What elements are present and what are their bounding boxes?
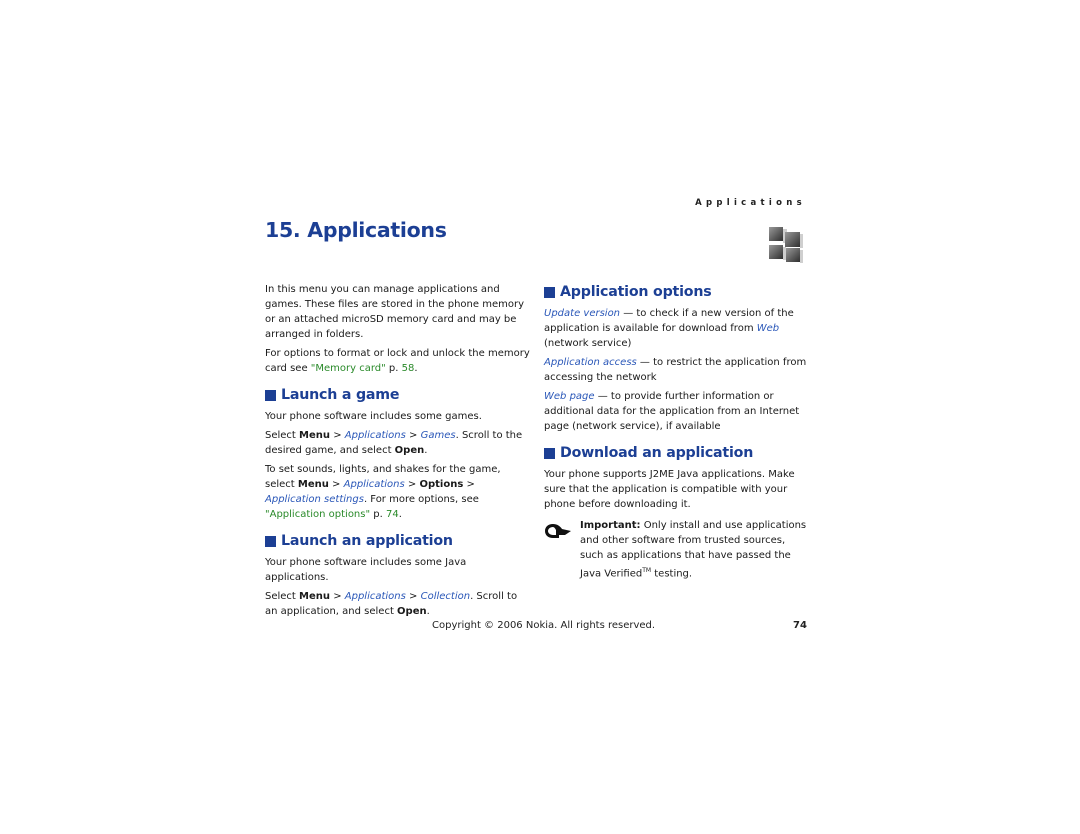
page-number: 74: [793, 620, 807, 631]
left-column: In this menu you can manage applications…: [265, 282, 530, 623]
trademark: TM: [642, 567, 652, 574]
copyright-footer: Copyright © 2006 Nokia. All rights reser…: [432, 620, 656, 631]
blue-square-icon: [544, 447, 555, 459]
applications-term: Applications: [344, 430, 406, 441]
text: >: [330, 430, 345, 441]
launch-game-steps: Select Menu > Applications > Games. Scro…: [265, 428, 530, 458]
right-column: Application options Update version — to …: [544, 283, 809, 581]
chapter-title: 15. Applications: [265, 218, 447, 242]
text: p.: [370, 509, 386, 520]
applications-cube-icon: [766, 224, 804, 264]
options-term: Options: [419, 479, 464, 490]
memory-card-paragraph: For options to format or lock and unlock…: [265, 346, 530, 376]
application-options-heading: Application options: [544, 283, 809, 301]
open-term: Open: [394, 445, 425, 456]
important-hand-icon: [544, 518, 580, 581]
text: . For more options, see: [363, 494, 479, 505]
collection-term: Collection: [420, 591, 471, 602]
open-term: Open: [397, 606, 427, 617]
option-item: Update version — to check if a new versi…: [544, 306, 809, 351]
applications-term: Applications: [343, 479, 405, 490]
text: .: [426, 606, 430, 617]
web-term: Web: [756, 323, 780, 334]
launch-app-steps: Select Menu > Applications > Collection.…: [265, 589, 530, 619]
text: .: [424, 445, 428, 456]
game-settings-steps: To set sounds, lights, and shakes for th…: [265, 462, 530, 522]
page-ref-link[interactable]: 74: [386, 509, 399, 520]
menu-term: Menu: [299, 591, 331, 602]
text: Select: [265, 591, 300, 602]
games-intro: Your phone software includes some games.: [265, 411, 482, 422]
text: (network service): [544, 338, 632, 349]
heading-text: Download an application: [560, 445, 754, 461]
application-settings-term: Application settings: [265, 494, 364, 505]
heading-text: Launch a game: [281, 387, 400, 403]
games-term: Games: [420, 430, 456, 441]
text: Select: [265, 430, 300, 441]
page-ref-link[interactable]: 58: [402, 363, 415, 374]
launch-application-heading: Launch an application: [265, 532, 530, 550]
text: p.: [385, 363, 402, 374]
text: .: [398, 509, 402, 520]
memory-card-link[interactable]: "Memory card": [311, 363, 386, 374]
menu-term: Menu: [297, 479, 329, 490]
application-options-link[interactable]: "Application options": [265, 509, 370, 520]
text: >: [330, 591, 345, 602]
download-intro: Your phone supports J2ME Java applicatio…: [544, 469, 795, 510]
text: >: [405, 591, 421, 602]
important-label: Important:: [580, 520, 641, 531]
text: >: [405, 430, 421, 441]
application-access-term: Application access: [544, 357, 637, 368]
heading-text: Application options: [560, 284, 712, 300]
running-head: Applications: [695, 198, 806, 208]
text: .: [414, 363, 418, 374]
intro-paragraph: In this menu you can manage applications…: [265, 284, 525, 340]
menu-term: Menu: [299, 430, 331, 441]
text: >: [404, 479, 420, 490]
heading-text: Launch an application: [281, 533, 453, 549]
text: >: [463, 479, 475, 490]
option-item: Application access — to restrict the app…: [544, 355, 809, 385]
important-note: Important: Only install and use applicat…: [544, 518, 809, 581]
blue-square-icon: [265, 535, 276, 547]
option-item: Web page — to provide further informatio…: [544, 389, 809, 434]
blue-square-icon: [265, 389, 276, 401]
applications-term: Applications: [344, 591, 406, 602]
web-page-term: Web page: [544, 391, 595, 402]
java-apps-intro: Your phone software includes some Java a…: [265, 557, 467, 583]
text: testing.: [651, 568, 693, 580]
update-version-term: Update version: [544, 308, 621, 319]
text: >: [328, 479, 344, 490]
blue-square-icon: [544, 286, 555, 298]
download-application-heading: Download an application: [544, 444, 809, 462]
launch-game-heading: Launch a game: [265, 386, 530, 404]
